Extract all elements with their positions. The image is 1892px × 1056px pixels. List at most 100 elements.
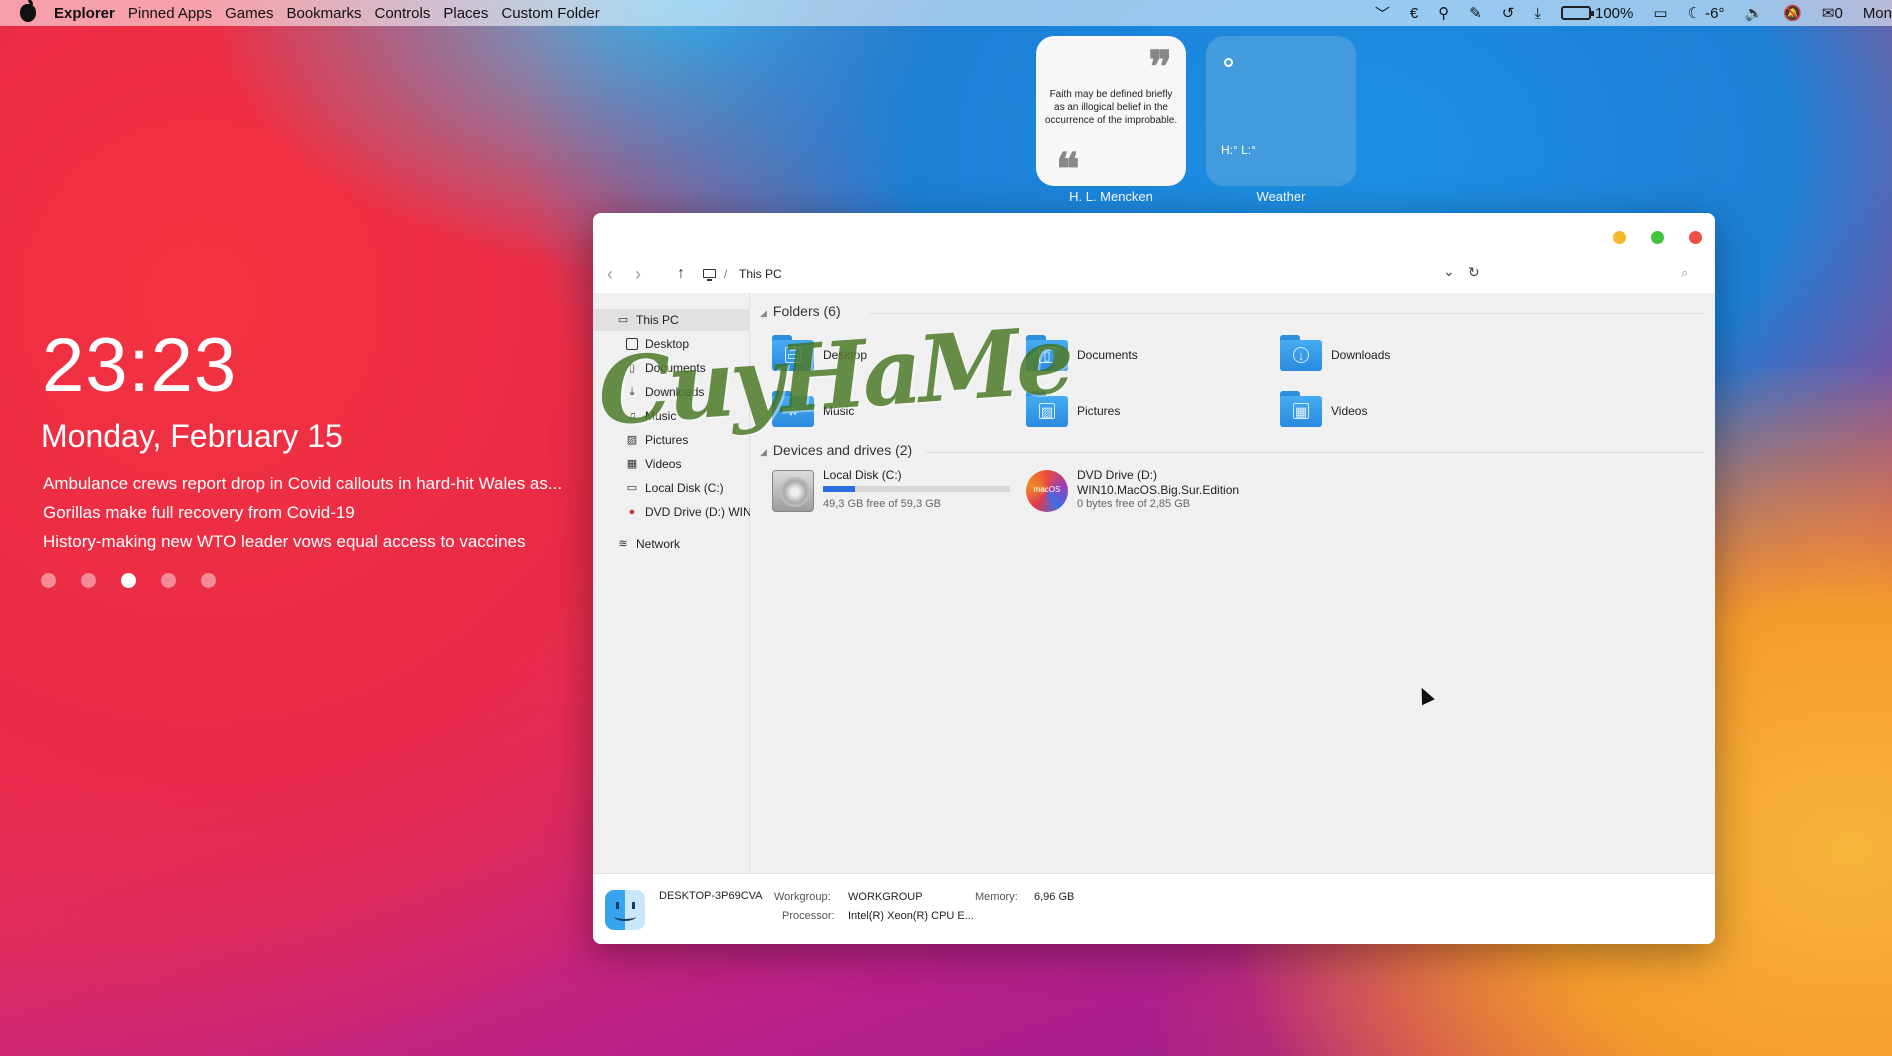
drives-group-header[interactable]: ◢ Devices and drives (2) xyxy=(760,442,912,458)
sidebar-item-label: This PC xyxy=(636,313,679,327)
folder-videos[interactable]: ▦ Videos xyxy=(1280,389,1500,431)
weather-tray[interactable]: ☾ -6° xyxy=(1688,4,1725,22)
menu-controls[interactable]: Controls xyxy=(375,5,431,22)
computer-name: DESKTOP-3P69CVA xyxy=(659,890,763,902)
sidebar-item-this-pc[interactable]: ▭ This PC xyxy=(593,309,750,331)
download-tray-icon[interactable]: ⤓ xyxy=(1534,5,1541,22)
back-button[interactable]: ‹ xyxy=(607,265,613,283)
minimize-button[interactable] xyxy=(1613,231,1626,244)
monitor-icon xyxy=(703,269,716,281)
mail-count: 0 xyxy=(1834,5,1843,22)
processor-label: Processor: xyxy=(782,910,835,922)
sidebar-item-label: Local Disk (C:) xyxy=(645,481,724,495)
weather-hilo: H:° L:° xyxy=(1221,143,1256,157)
maximize-button[interactable] xyxy=(1651,231,1664,244)
group-divider xyxy=(926,452,1705,453)
drive-dvd-d[interactable]: macOS DVD Drive (D:) WIN10.MacOS.Big.Sur… xyxy=(1026,468,1286,518)
pager-dot[interactable] xyxy=(81,573,96,588)
monitor-icon: ▭ xyxy=(617,314,629,326)
folders-group-title: Folders (6) xyxy=(772,303,841,319)
quote-widget[interactable]: ❞ Faith may be defined briefly as an ill… xyxy=(1036,36,1186,192)
mail-indicator[interactable]: ✉0 xyxy=(1822,4,1843,22)
up-button[interactable]: ↑ xyxy=(677,265,685,283)
weather-temp: -6° xyxy=(1705,5,1725,22)
folder-downloads[interactable]: ↓ Downloads xyxy=(1280,333,1500,375)
memory-label: Memory: xyxy=(975,891,1018,903)
explorer-window: ‹ › ↑ / This PC ⌄ ↻ ⌕ ▭ This PC Desktop … xyxy=(593,213,1715,944)
menu-custom-folder[interactable]: Custom Folder xyxy=(501,5,599,22)
menu-tray: ﹀ € ⚲ ✎ ↺ ⤓ 100% ▭ ☾ -6° 🔊 🔕 ✉0 Mon xyxy=(1365,0,1892,26)
pen-icon[interactable]: ✎ xyxy=(1469,4,1482,22)
weather-widget[interactable]: H:° L:° xyxy=(1206,36,1356,186)
history-icon[interactable]: ↺ xyxy=(1502,4,1515,22)
clock-day[interactable]: Mon xyxy=(1863,5,1892,22)
volume-icon[interactable]: 🔊 xyxy=(1745,4,1764,22)
folder-label: Pictures xyxy=(1077,404,1121,418)
news-item[interactable]: Ambulance crews report drop in Covid cal… xyxy=(43,472,562,501)
notifications-off-icon[interactable]: 🔕 xyxy=(1783,4,1802,22)
folder-label: Videos xyxy=(1331,404,1368,418)
disk-icon: ▭ xyxy=(626,482,638,494)
search-icon[interactable]: ⌕ xyxy=(1681,265,1688,281)
folder-icon: ▦ xyxy=(1280,391,1322,427)
paperclip-icon[interactable]: ⚲ xyxy=(1438,4,1449,22)
chevron-down-icon[interactable]: ﹀ xyxy=(1375,3,1390,24)
news-pager xyxy=(41,573,241,588)
clock-date: Monday, February 15 xyxy=(41,418,343,454)
menu-games[interactable]: Games xyxy=(225,5,273,22)
video-icon: ▦ xyxy=(1293,403,1309,419)
dvd-icon: ● xyxy=(628,506,636,518)
download-icon: ↓ xyxy=(1293,347,1309,363)
currency-icon[interactable]: € xyxy=(1410,5,1418,22)
drive-volume-label: WIN10.MacOS.Big.Sur.Edition xyxy=(1077,483,1240,497)
news-item[interactable]: Gorillas make full recovery from Covid-1… xyxy=(43,501,562,530)
pager-dot-active[interactable] xyxy=(121,573,136,588)
menu-places[interactable]: Places xyxy=(443,5,488,22)
menu-pinned-apps[interactable]: Pinned Apps xyxy=(128,5,212,22)
drive-usage-fill xyxy=(823,486,855,492)
weather-label: Weather xyxy=(1256,189,1306,204)
pager-dot[interactable] xyxy=(161,573,176,588)
quote-text: Faith may be defined briefly as an illog… xyxy=(1044,89,1178,126)
display-icon[interactable]: ▭ xyxy=(1653,4,1667,22)
collapse-icon: ◢ xyxy=(760,447,767,457)
sidebar-item-network[interactable]: ≋ Network xyxy=(593,533,750,555)
apple-icon[interactable] xyxy=(20,0,36,22)
moon-icon: ☾ xyxy=(1687,5,1706,22)
degree-icon xyxy=(1224,58,1233,67)
drive-free-space: 49,3 GB free of 59,3 GB xyxy=(823,498,942,510)
pager-dot[interactable] xyxy=(201,573,216,588)
folder-label: Documents xyxy=(1077,348,1138,362)
workgroup-label: Workgroup: xyxy=(774,891,831,903)
mail-icon: ✉ xyxy=(1821,5,1835,22)
drive-local-disk-c[interactable]: Local Disk (C:) 49,3 GB free of 59,3 GB xyxy=(772,468,1012,518)
processor-value: Intel(R) Xeon(R) CPU E... xyxy=(848,910,974,922)
menu-app-explorer[interactable]: Explorer xyxy=(54,5,115,22)
clock-time: 23:23 xyxy=(42,323,238,408)
pager-dot[interactable] xyxy=(41,573,56,588)
sidebar-item-dvd-drive[interactable]: ● DVD Drive (D:) WIN10.MacOS.Big.Sur.Edi… xyxy=(593,501,750,523)
news-item[interactable]: History-making new WTO leader vows equal… xyxy=(43,530,562,559)
drives-group-title: Devices and drives (2) xyxy=(772,442,913,458)
folder-label: Downloads xyxy=(1331,348,1391,362)
breadcrumb-separator: / xyxy=(724,267,728,281)
finder-icon xyxy=(605,890,645,930)
sidebar-item-label: DVD Drive (D:) WIN10.MacOS.Big.Sur.Editi… xyxy=(645,505,750,519)
title-bar[interactable]: ‹ › ↑ / This PC ⌄ ↻ ⌕ xyxy=(593,213,1715,293)
dvd-icon: macOS xyxy=(1026,470,1068,512)
refresh-button[interactable]: ↻ xyxy=(1468,264,1480,281)
close-button[interactable] xyxy=(1689,231,1702,244)
menu-bookmarks[interactable]: Bookmarks xyxy=(286,5,361,22)
breadcrumb-this-pc[interactable]: This PC xyxy=(739,267,782,281)
sidebar-item-label: Videos xyxy=(645,457,682,471)
history-dropdown-button[interactable]: ⌄ xyxy=(1443,263,1455,280)
quote-close-icon: ❞ xyxy=(1148,42,1172,93)
forward-button[interactable]: › xyxy=(635,265,641,283)
video-icon: ▦ xyxy=(626,458,638,470)
sidebar-item-local-disk[interactable]: ▭ Local Disk (C:) xyxy=(593,477,750,499)
battery-indicator[interactable]: 100% xyxy=(1560,5,1633,22)
sidebar-item-label: Network xyxy=(636,537,681,551)
drive-free-space: 0 bytes free of 2,85 GB xyxy=(1077,498,1191,510)
sidebar-item-videos[interactable]: ▦ Videos xyxy=(593,453,750,475)
folders-group-header[interactable]: ◢ Folders (6) xyxy=(760,303,841,319)
